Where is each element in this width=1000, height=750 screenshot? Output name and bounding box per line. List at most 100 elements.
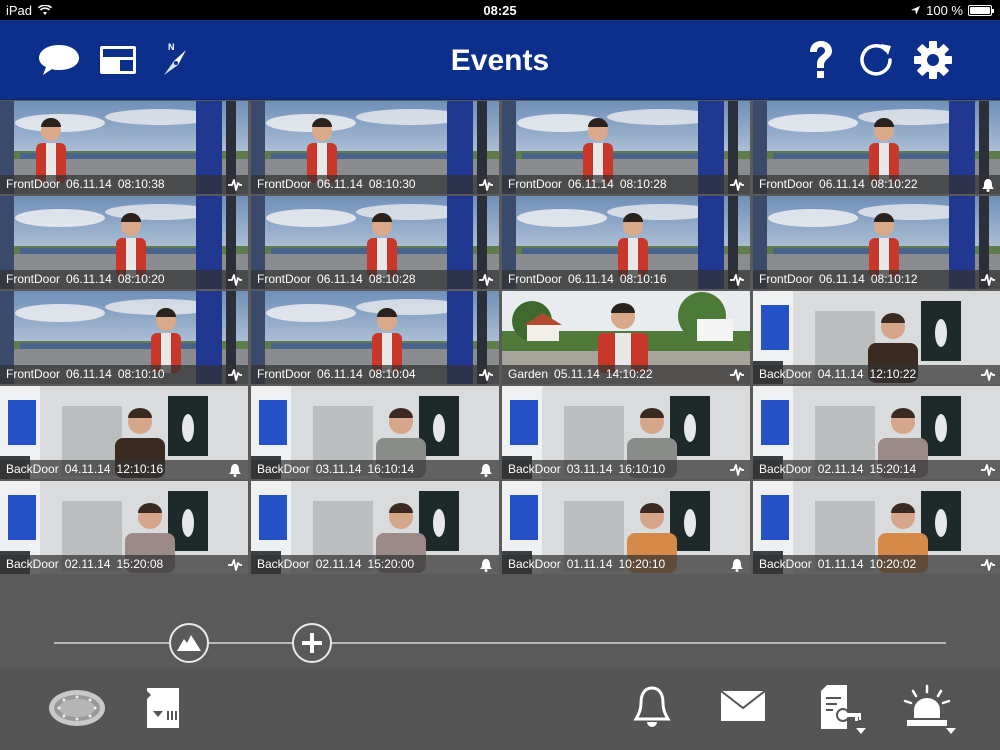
motion-icon (228, 179, 242, 191)
motion-icon (479, 274, 493, 286)
event-caption: FrontDoor 06.11.14 08:10:20 (0, 270, 248, 289)
status-bar: iPad 08:25 100 % (0, 0, 1000, 20)
event-tile[interactable]: FrontDoor 06.11.14 08:10:28 (251, 196, 499, 289)
event-tile[interactable]: FrontDoor 06.11.14 08:10:16 (502, 196, 750, 289)
event-grid: FrontDoor 06.11.14 08:10:38 FrontDoor 06.11… (0, 101, 1000, 574)
event-caption: FrontDoor 06.11.14 08:10:30 (251, 175, 499, 194)
camera-name: BackDoor (6, 557, 59, 571)
camera-name: FrontDoor (6, 367, 61, 381)
battery-icon (968, 5, 994, 16)
event-caption: FrontDoor 06.11.14 08:10:04 (251, 365, 499, 384)
event-caption: FrontDoor 06.11.14 08:10:12 (753, 270, 1000, 289)
event-time: 08:10:28 (368, 272, 416, 286)
event-date: 06.11.14 (317, 272, 363, 286)
event-tile[interactable]: BackDoor 02.11.14 15:20:08 (0, 481, 248, 574)
event-tile[interactable]: BackDoor 03.11.14 16:10:14 (251, 386, 499, 479)
motion-icon (479, 179, 493, 191)
status-time: 08:25 (483, 3, 517, 18)
event-date: 06.11.14 (66, 272, 112, 286)
door-key-icon[interactable] (816, 682, 866, 734)
camera-dome-icon[interactable] (46, 688, 108, 728)
event-date: 04.11.14 (817, 367, 864, 381)
camera-name: FrontDoor (759, 177, 814, 191)
header-bar: N Events (0, 20, 1000, 100)
event-date: 02.11.14 (315, 557, 362, 571)
event-tile[interactable]: FrontDoor 06.11.14 08:10:28 (502, 101, 750, 194)
camera-name: FrontDoor (508, 177, 563, 191)
camera-name: BackDoor (759, 367, 812, 381)
bell-icon (731, 559, 743, 572)
camera-name: FrontDoor (6, 177, 61, 191)
event-tile[interactable]: FrontDoor 06.11.14 08:10:30 (251, 101, 499, 194)
event-tile[interactable]: FrontDoor 06.11.14 08:10:10 (0, 291, 248, 384)
event-time: 08:10:20 (117, 272, 165, 286)
event-tile[interactable]: Garden 05.11.14 14:10:22 (502, 291, 750, 384)
event-time: 08:10:28 (619, 177, 667, 191)
event-date: 06.11.14 (66, 177, 112, 191)
motion-icon (228, 274, 242, 286)
event-caption: BackDoor 01.11.14 10:20:10 (502, 555, 750, 574)
dropdown-arrow (946, 728, 956, 734)
refresh-icon[interactable] (854, 40, 898, 80)
camera-name: BackDoor (257, 462, 310, 476)
camera-name: BackDoor (6, 462, 59, 476)
event-time: 16:10:10 (618, 462, 666, 476)
camera-name: FrontDoor (257, 367, 312, 381)
event-date: 03.11.14 (315, 462, 362, 476)
bell-icon (229, 464, 241, 477)
camera-name: FrontDoor (759, 272, 814, 286)
event-caption: BackDoor 03.11.14 16:10:14 (251, 460, 499, 479)
motion-icon (228, 559, 242, 571)
motion-icon (730, 274, 744, 286)
camera-name: FrontDoor (6, 272, 61, 286)
sd-card-icon[interactable] (142, 686, 184, 730)
motion-icon (981, 464, 995, 476)
event-caption: BackDoor 02.11.14 15:20:08 (0, 555, 248, 574)
landscape-icon[interactable] (169, 623, 209, 663)
event-tile[interactable]: FrontDoor 06.11.14 08:10:20 (0, 196, 248, 289)
event-caption: BackDoor 03.11.14 16:10:10 (502, 460, 750, 479)
event-tile[interactable]: BackDoor 02.11.14 15:20:14 (753, 386, 1000, 479)
event-date: 06.11.14 (66, 367, 112, 381)
bell-icon (480, 464, 492, 477)
event-tile[interactable]: BackDoor 03.11.14 16:10:10 (502, 386, 750, 479)
mail-icon[interactable] (718, 688, 768, 724)
event-time: 12:10:16 (116, 462, 164, 476)
event-tile[interactable]: FrontDoor 06.11.14 08:10:12 (753, 196, 1000, 289)
motion-icon (981, 559, 995, 571)
page-title: Events (450, 44, 550, 77)
event-date: 01.11.14 (566, 557, 613, 571)
event-caption: FrontDoor 06.11.14 08:10:16 (502, 270, 750, 289)
alarm-light-icon[interactable] (900, 682, 956, 734)
help-icon[interactable] (798, 40, 842, 80)
event-caption: FrontDoor 06.11.14 08:10:10 (0, 365, 248, 384)
event-tile[interactable]: BackDoor 01.11.14 10:20:10 (502, 481, 750, 574)
event-date: 01.11.14 (817, 557, 864, 571)
motion-icon (981, 369, 995, 381)
event-time: 15:20:00 (367, 557, 415, 571)
event-caption: FrontDoor 06.11.14 08:10:22 (753, 175, 1000, 194)
event-tile[interactable]: FrontDoor 06.11.14 08:10:04 (251, 291, 499, 384)
event-tile[interactable]: BackDoor 01.11.14 10:20:02 (753, 481, 1000, 574)
camera-name: BackDoor (508, 557, 561, 571)
event-tile[interactable]: BackDoor 04.11.14 12:10:16 (0, 386, 248, 479)
event-tile[interactable]: BackDoor 02.11.14 15:20:00 (251, 481, 499, 574)
event-time: 16:10:14 (367, 462, 415, 476)
event-time: 14:10:22 (605, 367, 653, 381)
event-caption: Garden 05.11.14 14:10:22 (502, 365, 750, 384)
event-time: 10:20:10 (618, 557, 666, 571)
camera-name: FrontDoor (508, 272, 563, 286)
event-date: 06.11.14 (819, 272, 865, 286)
event-tile[interactable]: BackDoor 04.11.14 12:10:22 (753, 291, 1000, 384)
settings-icon[interactable] (911, 40, 955, 80)
event-caption: BackDoor 04.11.14 12:10:22 (753, 365, 1000, 384)
event-time: 10:20:02 (869, 557, 917, 571)
event-caption: BackDoor 02.11.14 15:20:14 (753, 460, 1000, 479)
event-tile[interactable]: FrontDoor 06.11.14 08:10:38 (0, 101, 248, 194)
event-tile[interactable]: FrontDoor 06.11.14 08:10:22 (753, 101, 1000, 194)
event-caption: BackDoor 02.11.14 15:20:00 (251, 555, 499, 574)
bell-icon[interactable] (632, 684, 672, 728)
event-time: 15:20:08 (116, 557, 164, 571)
plus-icon[interactable] (292, 623, 332, 663)
event-date: 06.11.14 (819, 177, 865, 191)
